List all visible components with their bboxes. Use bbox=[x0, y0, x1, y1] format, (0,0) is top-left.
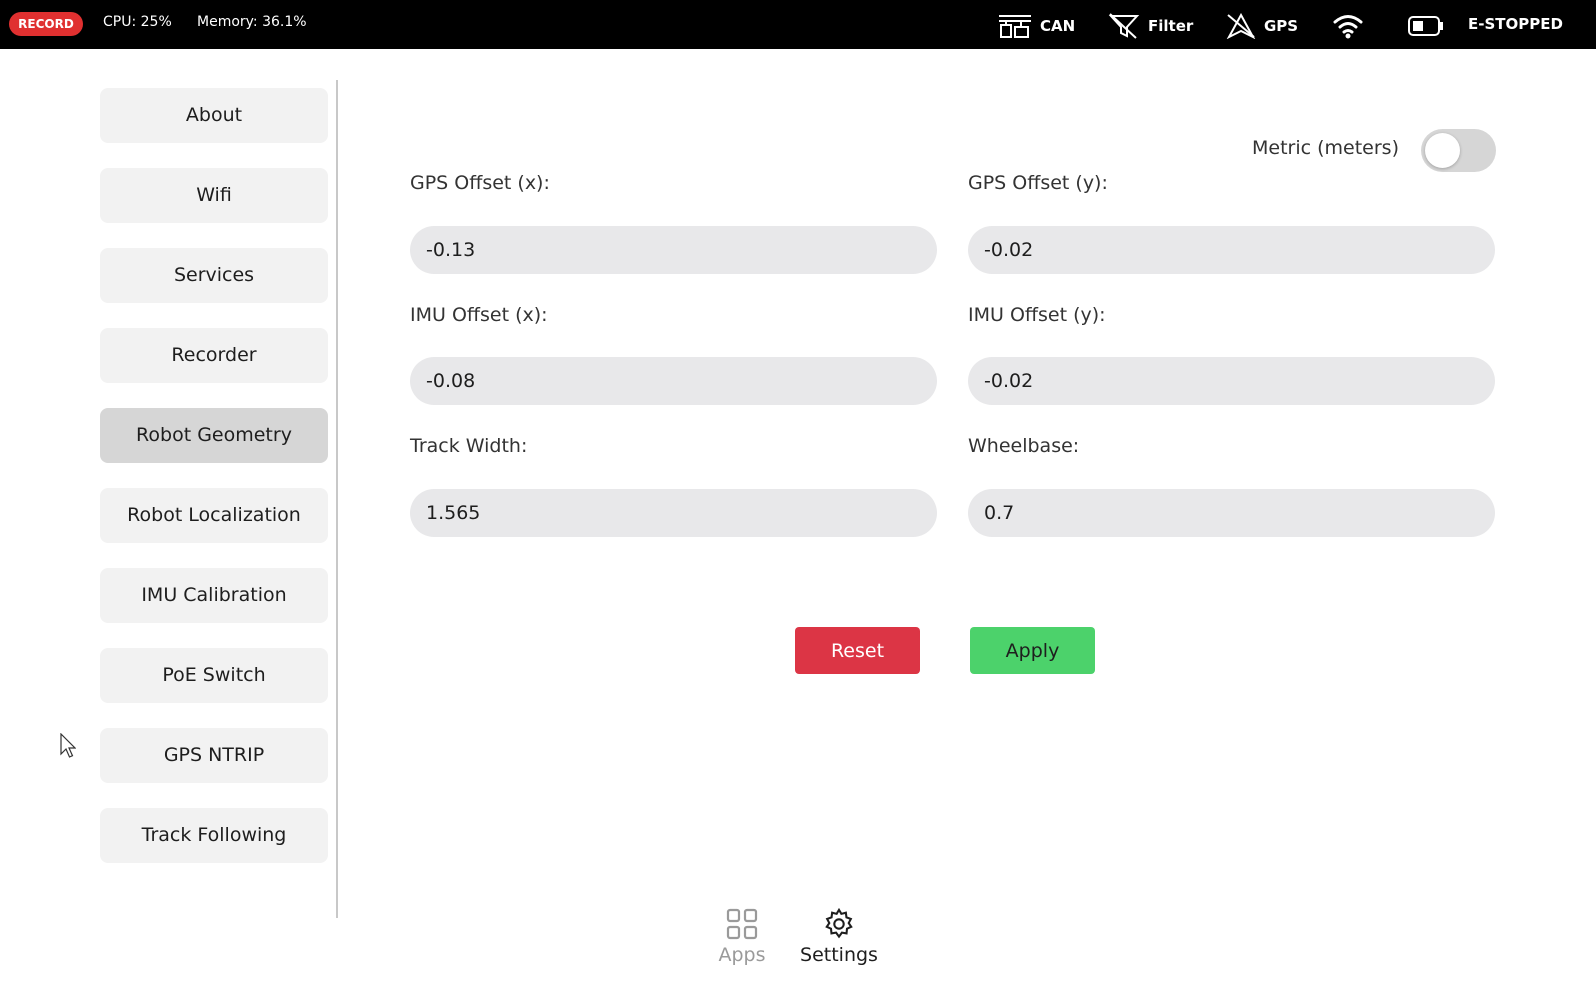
memory-usage: Memory: 36.1% bbox=[197, 14, 307, 30]
sidebar-item-gps-ntrip[interactable]: GPS NTRIP bbox=[100, 728, 328, 783]
wifi-icon bbox=[1333, 15, 1363, 39]
gps-offset-y-input[interactable] bbox=[968, 226, 1495, 274]
can-bus-icon bbox=[999, 15, 1031, 38]
sidebar-divider bbox=[336, 80, 338, 918]
reset-button[interactable]: Reset bbox=[795, 627, 920, 674]
wheelbase-label: Wheelbase: bbox=[968, 435, 1080, 457]
filter-off-icon bbox=[1108, 13, 1140, 39]
metric-label: Metric (meters) bbox=[1252, 137, 1399, 159]
filter-label: Filter bbox=[1148, 17, 1194, 35]
settings-gear-icon bbox=[825, 908, 853, 939]
filter-status: Filter bbox=[1108, 11, 1193, 41]
gps-status: GPS bbox=[1226, 11, 1298, 41]
nav-settings-label: Settings bbox=[800, 944, 878, 966]
apply-button[interactable]: Apply bbox=[970, 627, 1095, 674]
nav-apps-label: Apps bbox=[718, 944, 766, 966]
imu-offset-x-input[interactable] bbox=[410, 357, 937, 405]
gps-label: GPS bbox=[1264, 17, 1299, 35]
gps-off-icon bbox=[1226, 13, 1256, 39]
can-status: CAN bbox=[998, 11, 1075, 41]
toggle-knob bbox=[1425, 133, 1460, 168]
sidebar-item-services[interactable]: Services bbox=[100, 248, 328, 303]
nav-settings[interactable]: Settings bbox=[795, 908, 883, 966]
cpu-usage: CPU: 25% bbox=[103, 14, 172, 30]
track-width-label: Track Width: bbox=[410, 435, 528, 457]
sidebar-item-imu-calibration[interactable]: IMU Calibration bbox=[100, 568, 328, 623]
gps-offset-y-label: GPS Offset (y): bbox=[968, 172, 1108, 194]
can-label: CAN bbox=[1040, 17, 1076, 35]
imu-offset-y-label: IMU Offset (y): bbox=[968, 304, 1106, 326]
sidebar-item-robot-geometry[interactable]: Robot Geometry bbox=[100, 408, 328, 463]
metric-toggle[interactable] bbox=[1421, 129, 1496, 172]
mouse-pointer-icon bbox=[60, 733, 76, 758]
sidebar-item-about[interactable]: About bbox=[100, 88, 328, 143]
record-badge[interactable]: RECORD bbox=[9, 12, 83, 36]
apps-grid-icon bbox=[726, 908, 758, 940]
battery-icon bbox=[1408, 16, 1443, 36]
wheelbase-input[interactable] bbox=[968, 489, 1495, 537]
gps-offset-x-input[interactable] bbox=[410, 226, 937, 274]
sidebar-item-poe-switch[interactable]: PoE Switch bbox=[100, 648, 328, 703]
nav-apps[interactable]: Apps bbox=[713, 908, 771, 966]
imu-offset-y-input[interactable] bbox=[968, 357, 1495, 405]
sidebar-item-track-following[interactable]: Track Following bbox=[100, 808, 328, 863]
sidebar-item-wifi[interactable]: Wifi bbox=[100, 168, 328, 223]
imu-offset-x-label: IMU Offset (x): bbox=[410, 304, 548, 326]
status-bar: RECORD CPU: 25% Memory: 36.1% CAN Filter bbox=[0, 0, 1596, 49]
wifi-status bbox=[1332, 11, 1364, 41]
gps-offset-x-label: GPS Offset (x): bbox=[410, 172, 550, 194]
sidebar-item-robot-localization[interactable]: Robot Localization bbox=[100, 488, 328, 543]
battery-status bbox=[1408, 11, 1444, 41]
sidebar-item-recorder[interactable]: Recorder bbox=[100, 328, 328, 383]
track-width-input[interactable] bbox=[410, 489, 937, 537]
estop-status: E-STOPPED bbox=[1468, 15, 1563, 33]
